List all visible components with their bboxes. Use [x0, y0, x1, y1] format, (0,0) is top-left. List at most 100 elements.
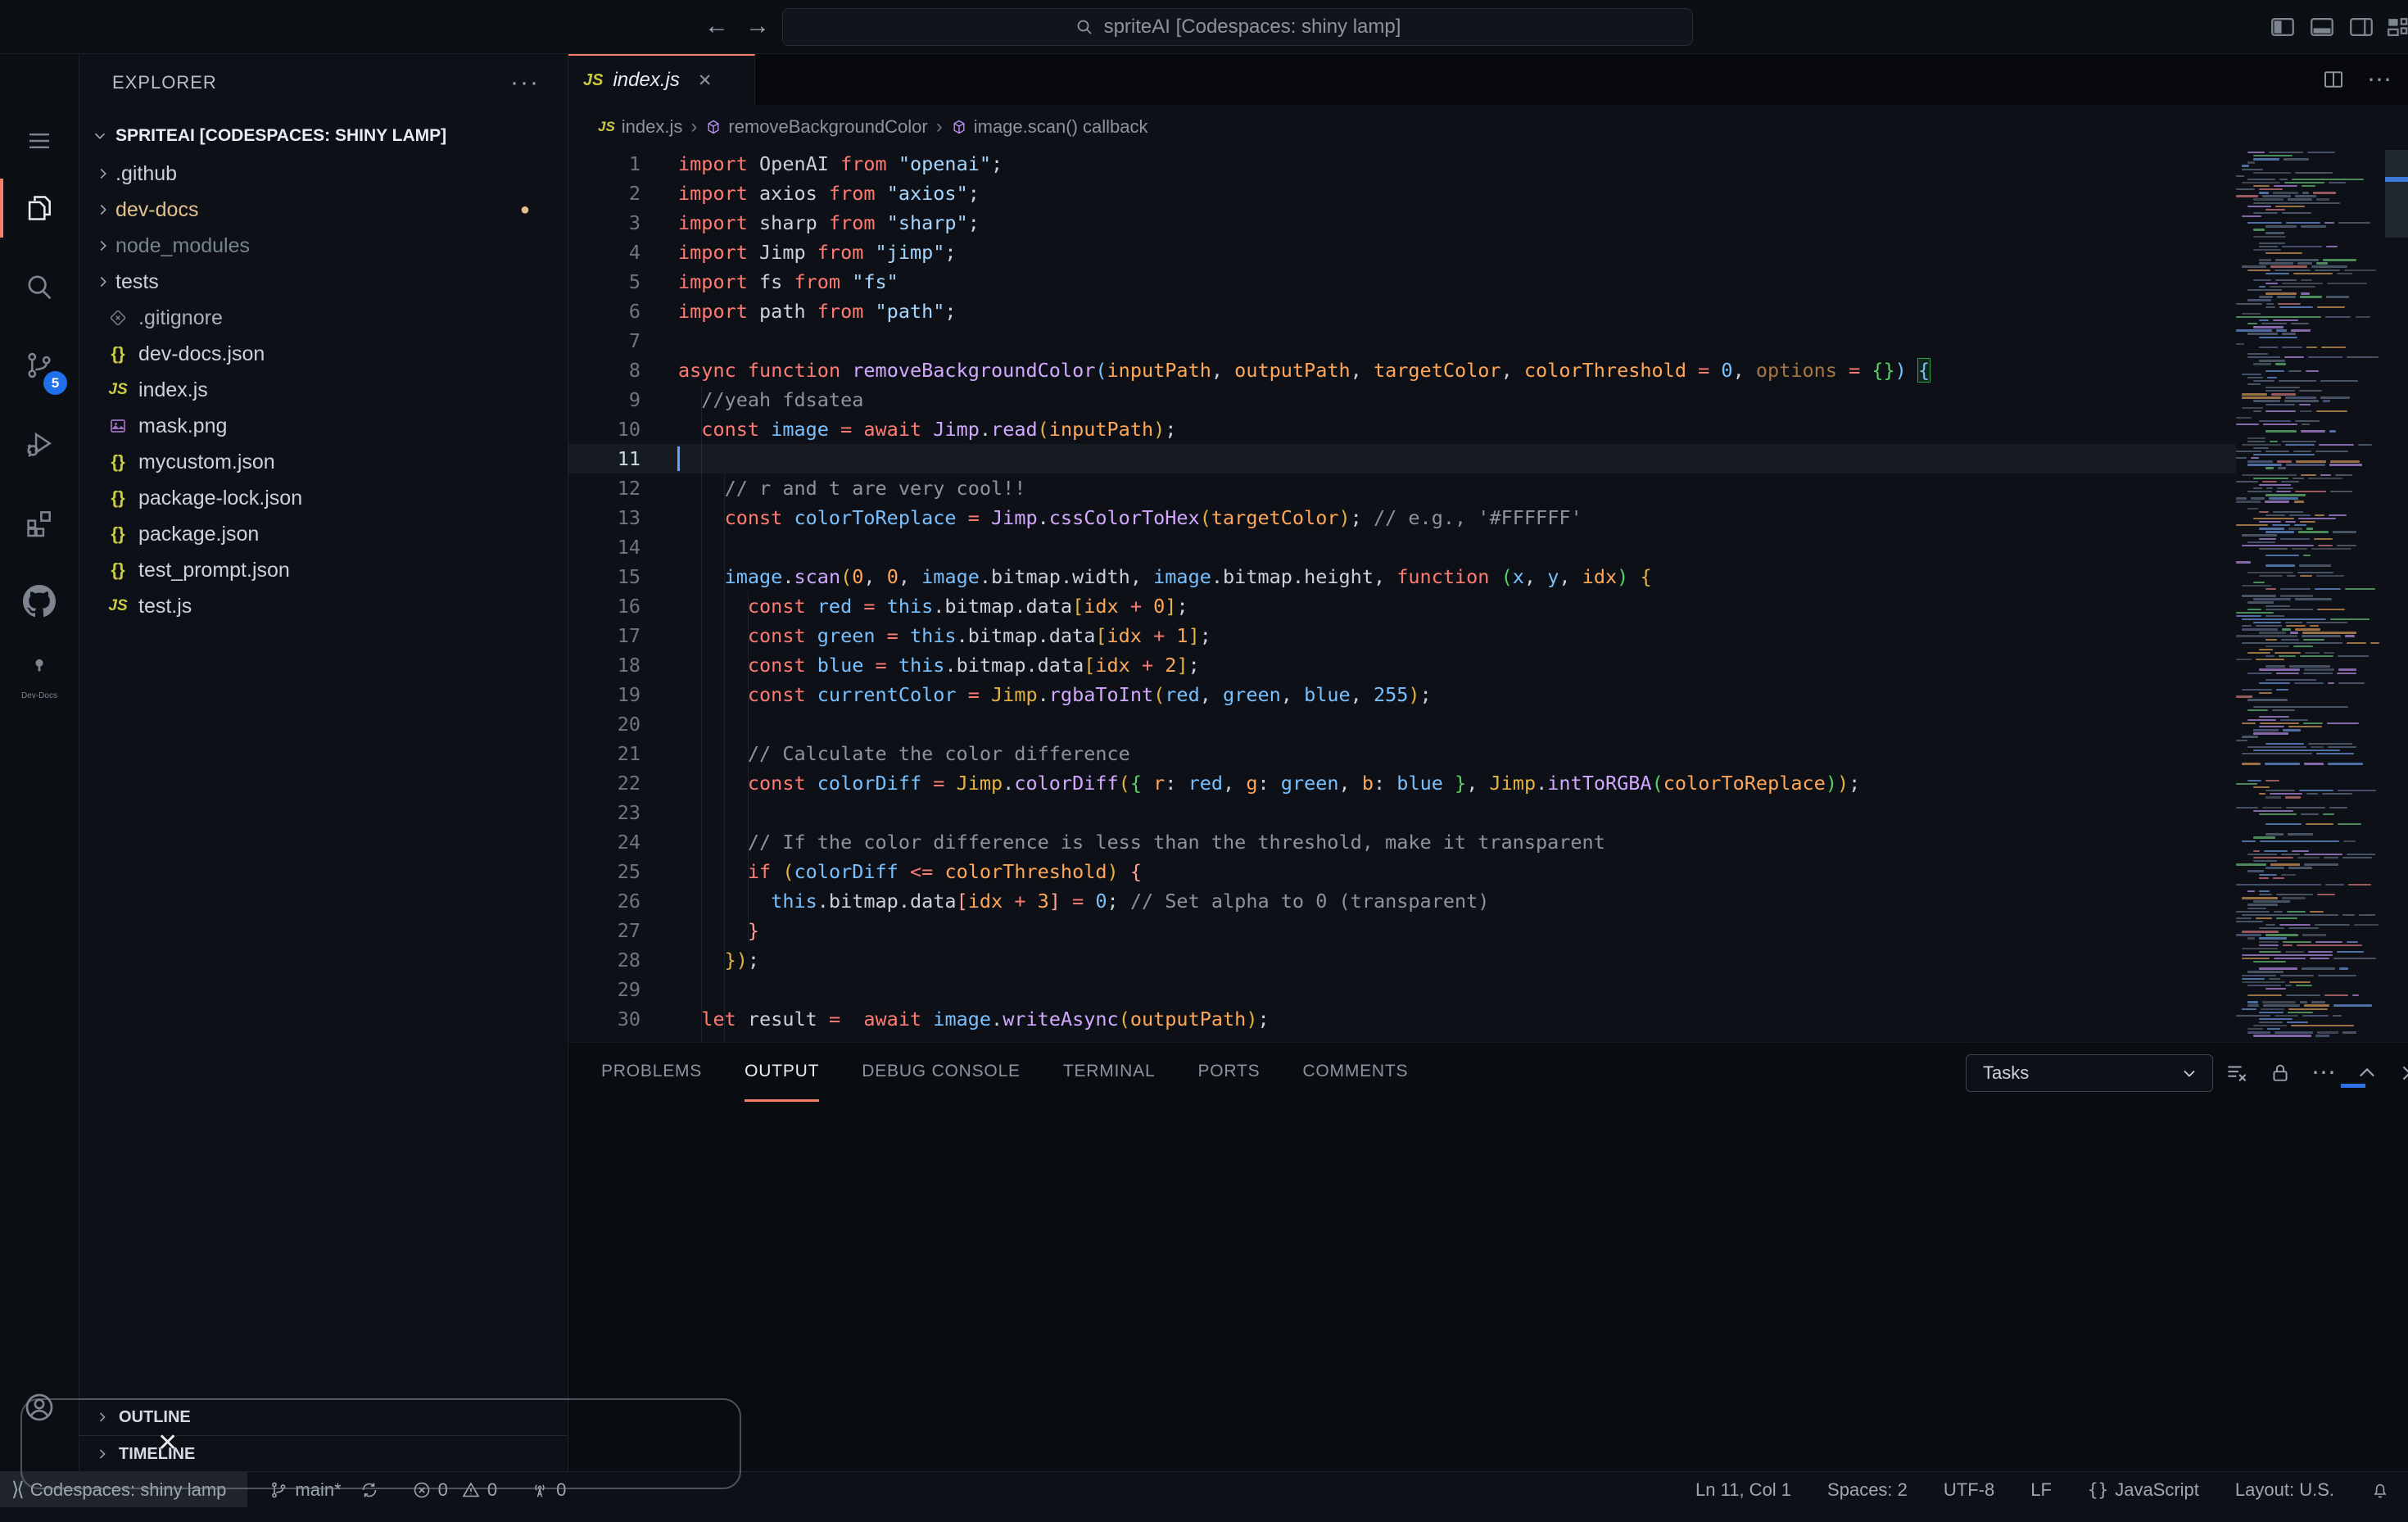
code-line-12[interactable]: 12 // r and t are very cool!!: [568, 473, 2236, 503]
code-line-7[interactable]: 7: [568, 326, 2236, 356]
code-line-19[interactable]: 19 const currentColor = Jimp.rgbaToInt(r…: [568, 680, 2236, 709]
clear-output-icon[interactable]: [2225, 1061, 2249, 1085]
account-icon[interactable]: [0, 1370, 79, 1445]
menu-icon[interactable]: [0, 103, 79, 179]
encoding[interactable]: UTF-8: [1944, 1479, 1994, 1501]
sidebar-item-dev-docs[interactable]: [0, 637, 79, 695]
tab-index-js[interactable]: JS index.js ✕: [568, 54, 755, 105]
code-line-9[interactable]: 9 //yeah fdsatea: [568, 385, 2236, 414]
cursor-position[interactable]: Ln 11, Col 1: [1695, 1479, 1791, 1501]
ports-indicator[interactable]: 0: [530, 1479, 566, 1501]
code-line-20[interactable]: 20: [568, 709, 2236, 739]
sync-icon[interactable]: [360, 1480, 379, 1500]
tree-item--gitignore[interactable]: .gitignore: [79, 300, 568, 336]
language-mode[interactable]: {} JavaScript: [2088, 1479, 2199, 1501]
code-line-21[interactable]: 21 // Calculate the color difference: [568, 739, 2236, 768]
code-line-30[interactable]: 30 let result = await image.writeAsync(o…: [568, 1004, 2236, 1034]
toggle-panel-icon[interactable]: [2308, 13, 2336, 41]
line-number: 14: [568, 532, 640, 562]
indentation[interactable]: Spaces: 2: [1827, 1479, 1908, 1501]
sidebar-item-run-debug[interactable]: [0, 406, 79, 482]
problems-indicator[interactable]: 0 0: [412, 1479, 498, 1501]
code-line-5[interactable]: 5import fs from "fs": [568, 267, 2236, 297]
command-center-search[interactable]: spriteAI [Codespaces: shiny lamp]: [782, 8, 1693, 46]
code-line-23[interactable]: 23: [568, 798, 2236, 827]
remote-indicator[interactable]: ⟩⟨ Codespaces: shiny lamp: [0, 1472, 247, 1507]
close-tab-icon[interactable]: ✕: [698, 70, 713, 91]
output-channel-dropdown[interactable]: Tasks: [1966, 1054, 2213, 1092]
toggle-sidebar-icon[interactable]: [2269, 13, 2297, 41]
scrollbar-slider[interactable]: [2385, 150, 2408, 238]
code-line-1[interactable]: 1import OpenAI from "openai";: [568, 149, 2236, 179]
code-line-15[interactable]: 15 image.scan(0, 0, image.bitmap.width, …: [568, 562, 2236, 591]
panel-tab-terminal[interactable]: TERMINAL: [1063, 1043, 1156, 1102]
code-line-2[interactable]: 2import axios from "axios";: [568, 179, 2236, 208]
breadcrumb-item[interactable]: image.scan() callback: [951, 116, 1148, 138]
code-line-8[interactable]: 8async function removeBackgroundColor(in…: [568, 356, 2236, 385]
tree-item-node-modules[interactable]: node_modules: [79, 228, 568, 264]
code-line-10[interactable]: 10 const image = await Jimp.read(inputPa…: [568, 414, 2236, 444]
code-lines[interactable]: 1import OpenAI from "openai";2import axi…: [568, 149, 2236, 1034]
bell-icon[interactable]: [2370, 1480, 2390, 1500]
tree-item-package-json[interactable]: {}package.json: [79, 516, 568, 552]
tree-item-test-prompt-json[interactable]: {}test_prompt.json: [79, 552, 568, 588]
customize-layout-icon[interactable]: [2385, 13, 2408, 41]
back-arrow[interactable]: ←: [700, 10, 733, 43]
explorer-more-actions-icon[interactable]: ···: [510, 69, 540, 97]
tree-item-test-js[interactable]: JStest.js: [79, 588, 568, 624]
breadcrumb-item[interactable]: JSindex.js: [598, 116, 682, 138]
code-line-24[interactable]: 24 // If the color difference is less th…: [568, 827, 2236, 857]
sidebar-item-extensions[interactable]: [0, 485, 79, 560]
lock-icon[interactable]: [2269, 1062, 2292, 1085]
minimap[interactable]: [2236, 150, 2385, 1041]
panel-tab-problems[interactable]: PROBLEMS: [601, 1043, 702, 1102]
panel-tab-comments[interactable]: COMMENTS: [1302, 1043, 1408, 1102]
code-line-18[interactable]: 18 const blue = this.bitmap.data[idx + 2…: [568, 650, 2236, 680]
code-line-25[interactable]: 25 if (colorDiff <= colorThreshold) {: [568, 857, 2236, 886]
code-line-13[interactable]: 13 const colorToReplace = Jimp.cssColorT…: [568, 503, 2236, 532]
code-line-28[interactable]: 28 });: [568, 945, 2236, 975]
tree-item-index-js[interactable]: JSindex.js: [79, 372, 568, 408]
layout-indicator[interactable]: Layout: U.S.: [2235, 1479, 2334, 1501]
code-line-14[interactable]: 14: [568, 532, 2236, 562]
branch-indicator[interactable]: main*: [269, 1479, 378, 1501]
code-line-4[interactable]: 4import Jimp from "jimp";: [568, 238, 2236, 267]
explorer-root-folder[interactable]: SPRITEAI [CODESPACES: SHINY LAMP]: [79, 116, 568, 156]
tree-item--github[interactable]: .github: [79, 156, 568, 192]
editor-more-actions-icon[interactable]: ⋯: [2367, 66, 2392, 94]
split-editor-icon[interactable]: [2321, 67, 2346, 92]
code-line-22[interactable]: 22 const colorDiff = Jimp.colorDiff({ r:…: [568, 768, 2236, 798]
sidebar-item-github[interactable]: [0, 564, 79, 639]
panel-tab-ports[interactable]: PORTS: [1197, 1043, 1260, 1102]
code-line-29[interactable]: 29: [568, 975, 2236, 1004]
code-line-11[interactable]: 11: [568, 444, 2236, 473]
panel-tab-debug-console[interactable]: DEBUG CONSOLE: [862, 1043, 1021, 1102]
code-line-27[interactable]: 27 }: [568, 916, 2236, 945]
tree-item-mycustom-json[interactable]: {}mycustom.json: [79, 444, 568, 480]
panel-tab-output[interactable]: OUTPUT: [745, 1043, 819, 1102]
timeline-section[interactable]: TIMELINE: [79, 1435, 568, 1472]
editor-scrollbar[interactable]: [2385, 149, 2408, 1042]
toggle-secondary-sidebar-icon[interactable]: [2347, 13, 2375, 41]
tree-item-mask-png[interactable]: mask.png: [79, 408, 568, 444]
tree-item-package-lock-json[interactable]: {}package-lock.json: [79, 480, 568, 516]
maximize-panel-icon[interactable]: [2356, 1062, 2379, 1085]
close-panel-icon[interactable]: [2398, 1062, 2408, 1085]
code-line-16[interactable]: 16 const red = this.bitmap.data[idx + 0]…: [568, 591, 2236, 621]
code-line-17[interactable]: 17 const green = this.bitmap.data[idx + …: [568, 621, 2236, 650]
breadcrumb-item[interactable]: removeBackgroundColor: [705, 116, 927, 138]
code-line-26[interactable]: 26 this.bitmap.data[idx + 3] = 0; // Set…: [568, 886, 2236, 916]
code-line-6[interactable]: 6import path from "path";: [568, 297, 2236, 326]
sidebar-item-search[interactable]: [0, 249, 79, 324]
tree-item-tests[interactable]: tests: [79, 264, 568, 300]
code-editor[interactable]: 1import OpenAI from "openai";2import axi…: [568, 149, 2408, 1042]
eol[interactable]: LF: [2030, 1479, 2052, 1501]
panel-more-actions-icon[interactable]: ⋯: [2311, 1065, 2336, 1081]
code-line-3[interactable]: 3import sharp from "sharp";: [568, 208, 2236, 238]
tree-item-dev-docs[interactable]: dev-docs●: [79, 192, 568, 228]
tree-item-dev-docs-json[interactable]: {}dev-docs.json: [79, 336, 568, 372]
forward-arrow[interactable]: →: [741, 10, 774, 43]
outline-section[interactable]: OUTLINE: [79, 1398, 568, 1435]
sidebar-item-explorer[interactable]: [0, 170, 79, 246]
sidebar-item-source-control[interactable]: 5: [0, 328, 79, 403]
